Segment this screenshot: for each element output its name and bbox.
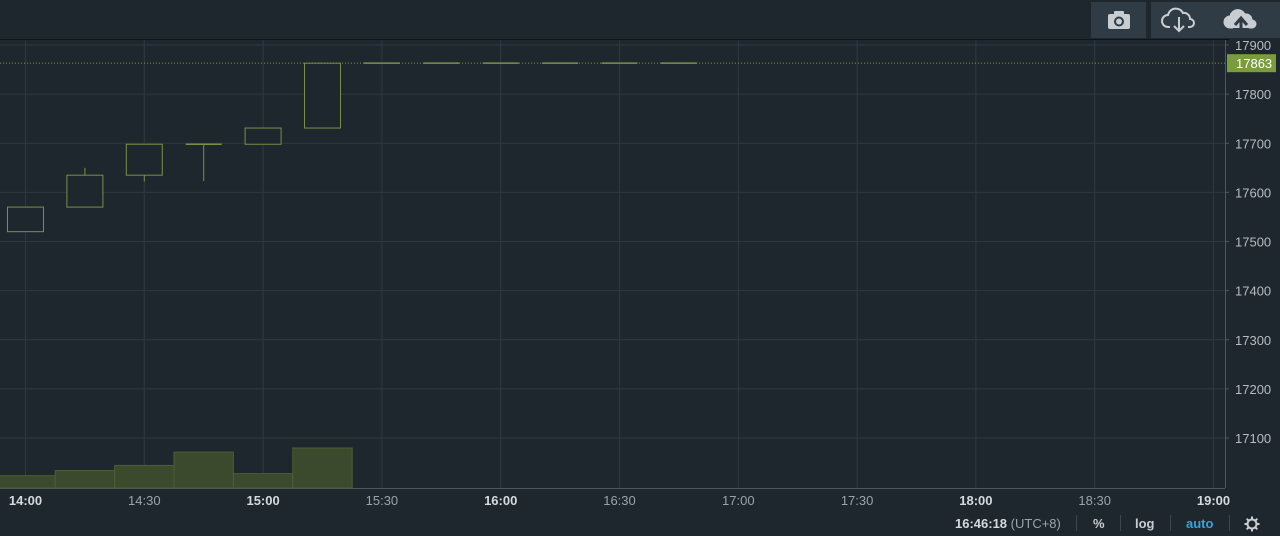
candle bbox=[66, 167, 104, 208]
y-tick-label: 17500 bbox=[1235, 235, 1271, 250]
chart-footer: 16:46:18 (UTC+8) % log auto bbox=[0, 510, 1280, 536]
candle-body bbox=[125, 143, 163, 176]
x-tick-label: 15:00 bbox=[246, 493, 279, 508]
x-tick-label: 18:30 bbox=[1078, 493, 1111, 508]
volume-bar bbox=[0, 475, 56, 489]
x-tick-label: 14:00 bbox=[9, 493, 42, 508]
candle bbox=[185, 143, 222, 182]
candle-body bbox=[7, 206, 44, 233]
volume-bar bbox=[54, 470, 116, 489]
last-price-badge: 17863 bbox=[1227, 54, 1276, 73]
grid-lines bbox=[0, 40, 1225, 488]
candle-body bbox=[244, 127, 282, 145]
x-tick-label: 16:30 bbox=[603, 493, 636, 508]
log-scale-button[interactable]: log bbox=[1135, 516, 1155, 531]
timezone-label: (UTC+8) bbox=[1010, 516, 1061, 531]
gear-icon[interactable] bbox=[1244, 516, 1260, 532]
y-tick-label: 17700 bbox=[1235, 136, 1271, 151]
candle-body bbox=[66, 174, 104, 208]
x-tick-label: 15:30 bbox=[366, 493, 399, 508]
x-tick-label: 17:00 bbox=[722, 493, 755, 508]
divider bbox=[1170, 515, 1171, 531]
x-tick-label: 17:30 bbox=[841, 493, 874, 508]
auto-scale-button[interactable]: auto bbox=[1186, 516, 1213, 531]
candle bbox=[304, 62, 341, 129]
y-tick-label: 17600 bbox=[1235, 185, 1271, 200]
x-tick-label: 16:00 bbox=[484, 493, 517, 508]
volume-bar bbox=[173, 451, 234, 489]
current-time: 16:46:18 bbox=[955, 516, 1008, 531]
y-tick-label: 17200 bbox=[1235, 382, 1271, 397]
candle bbox=[125, 143, 163, 182]
y-tick-label: 17300 bbox=[1235, 333, 1271, 348]
x-tick-label: 14:30 bbox=[128, 493, 161, 508]
y-tick-label: 17800 bbox=[1235, 87, 1271, 102]
y-tick-label: 17900 bbox=[1235, 38, 1271, 53]
divider bbox=[1076, 515, 1077, 531]
x-tick-label: 19:00 bbox=[1197, 493, 1230, 508]
candle bbox=[244, 127, 282, 145]
clock: 16:46:18 (UTC+8) bbox=[955, 516, 1061, 531]
candle-body bbox=[304, 62, 341, 129]
divider bbox=[1120, 515, 1121, 531]
last-price-label: 17863 bbox=[1236, 56, 1272, 71]
y-tick-label: 17100 bbox=[1235, 431, 1271, 446]
candle bbox=[7, 206, 44, 233]
percent-scale-button[interactable]: % bbox=[1093, 516, 1105, 531]
divider bbox=[1229, 515, 1230, 531]
volume-bar bbox=[232, 473, 294, 489]
x-tick-label: 18:00 bbox=[959, 493, 992, 508]
price-chart[interactable]: 17100 17200 17300 17400 17500 17600 17700 17800… bbox=[0, 0, 1280, 510]
volume-bar bbox=[292, 447, 353, 489]
y-tick-label: 17400 bbox=[1235, 284, 1271, 299]
volume-bar bbox=[114, 464, 175, 489]
